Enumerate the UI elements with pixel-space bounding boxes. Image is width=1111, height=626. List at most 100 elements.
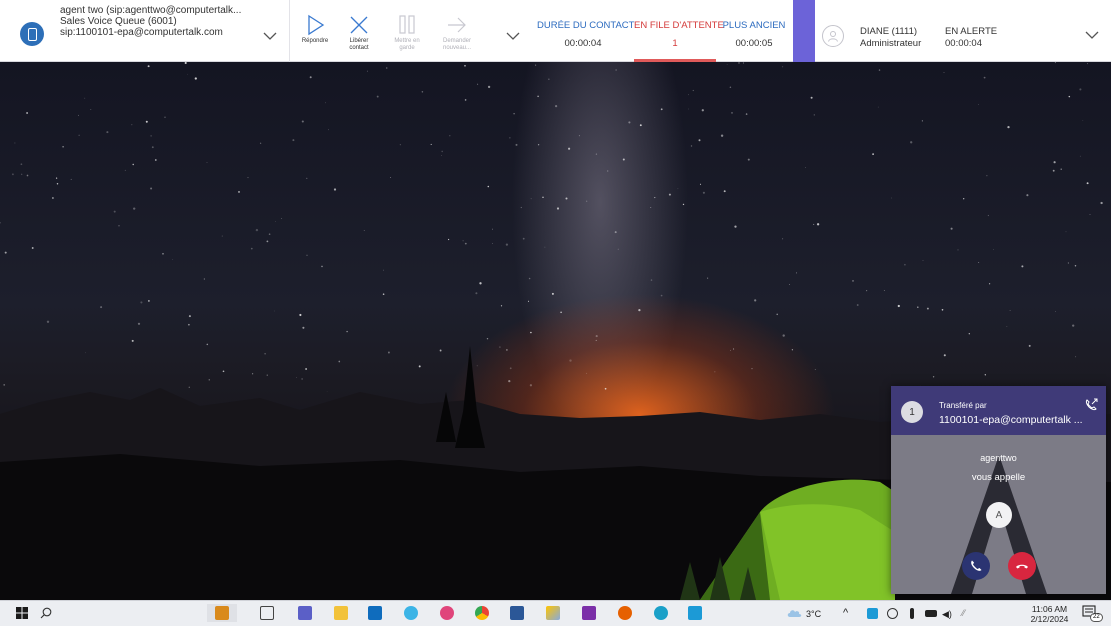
battery-icon <box>925 609 937 617</box>
taskbar-app-outlook[interactable] <box>366 604 384 622</box>
caller-avatar: A <box>986 502 1012 528</box>
start-button[interactable] <box>13 604 31 622</box>
answer-label: Répondre <box>301 38 329 44</box>
phone-avatar-icon <box>20 22 44 46</box>
transferred-by-label: Transféré par <box>939 401 987 410</box>
taskbar-app-chrome[interactable] <box>473 604 491 622</box>
teams-icon <box>298 606 312 620</box>
taskbar-clock[interactable]: 11:06 AM 2/12/2024 <box>1022 604 1077 624</box>
notification-center-button[interactable]: 22 <box>1082 605 1103 622</box>
contact-expand-chevron-icon[interactable] <box>259 25 281 47</box>
transferred-from: 1100101-epa@computertalk ... <box>939 414 1083 426</box>
taskbar-app-edge[interactable] <box>652 604 670 622</box>
hold-label-2: garde <box>399 45 415 51</box>
taskbar-app-paint[interactable] <box>402 604 420 622</box>
incoming-call-panel: 1 Transféré par 1100101-epa@computertalk… <box>891 386 1106 594</box>
ask-label-1: Demander <box>442 38 471 44</box>
answer-button[interactable]: Répondre <box>293 14 337 45</box>
clock-date: 2/12/2024 <box>1030 614 1069 624</box>
pen-icon <box>546 606 560 620</box>
taskbar-app-onenote[interactable] <box>580 604 598 622</box>
stat-oldest-value: 00:00:05 <box>735 38 773 49</box>
ice-icon <box>688 606 702 620</box>
contact-line-2: Sales Voice Queue (6001) <box>60 16 177 27</box>
notification-count: 22 <box>1090 613 1103 622</box>
release-contact-button[interactable]: Libérer contact <box>337 14 381 52</box>
phone-icon <box>971 560 982 571</box>
search-icon <box>40 607 52 619</box>
taskbar-app-explorer[interactable] <box>332 604 350 622</box>
hold-label-1: Mettre en <box>394 38 420 44</box>
pause-icon <box>399 15 415 34</box>
call-panel-header: 1 Transféré par 1100101-epa@computertalk… <box>891 386 1106 435</box>
taskbar-app-ice[interactable] <box>686 604 704 622</box>
weather-button[interactable] <box>786 604 804 622</box>
wifi-icon[interactable]: ⁄⁄ <box>962 608 965 618</box>
call-actions-section: Répondre Libérer contact Mettre en garde… <box>290 0 530 62</box>
taskbar-app-firefox[interactable] <box>616 604 634 622</box>
taskbar-app-skype[interactable] <box>438 604 456 622</box>
tray-app-1[interactable] <box>863 604 881 622</box>
agent-state-time: 00:00:04 <box>945 38 982 49</box>
taskbar-app-briefcase[interactable] <box>207 604 237 622</box>
folder-icon <box>334 606 348 620</box>
skype-icon <box>440 606 454 620</box>
weather-temperature: 3°C <box>806 609 822 619</box>
ask-new-button[interactable]: Demander nouveau... <box>435 14 479 52</box>
agent-state: EN ALERTE 00:00:04 <box>945 26 997 50</box>
task-view-icon <box>260 606 274 620</box>
word-icon <box>510 606 524 620</box>
calling-text: vous appelle <box>971 472 1026 483</box>
volume-icon[interactable]: ◀) <box>942 609 952 620</box>
agent-role: Administrateur <box>860 38 922 49</box>
agent-status-section: DIANE (1111) Administrateur EN ALERTE 00… <box>815 0 1111 62</box>
decline-call-button[interactable] <box>1008 552 1036 580</box>
cloud-icon <box>787 610 802 617</box>
taskbar-app-word[interactable] <box>508 604 526 622</box>
agent-menu-chevron-icon[interactable] <box>1081 24 1103 46</box>
stat-contact-duration: DURÉE DU CONTACT 00:00:04 <box>537 0 635 62</box>
tray-app-2[interactable] <box>883 604 901 622</box>
x-cross-icon <box>350 16 368 34</box>
windows-taskbar: 3°C ^ ◀) ⁄⁄ 11:06 AM 2/12/2024 22 <box>0 600 1111 626</box>
windows-logo-icon <box>16 607 28 619</box>
release-label-1: Libérer <box>349 38 369 44</box>
onenote-icon <box>582 606 596 620</box>
stat-queue-selected-underline <box>634 59 716 62</box>
queue-stats-section: DURÉE DU CONTACT 00:00:04 EN FILE D'ATTE… <box>537 0 792 62</box>
stat-duration-value: 00:00:04 <box>564 38 602 49</box>
microphone-icon <box>910 607 914 619</box>
tray-status-icon <box>886 607 898 619</box>
stat-duration-label: DURÉE DU CONTACT <box>537 20 635 31</box>
firefox-icon <box>618 606 632 620</box>
stat-oldest-label: PLUS ANCIEN <box>722 20 786 31</box>
contact-line-3: sip:1100101-epa@computertalk.com <box>60 27 223 38</box>
taskbar-task-view[interactable] <box>258 604 276 622</box>
taskbar-app-pen[interactable] <box>544 604 562 622</box>
contact-info-section: agent two (sip:agenttwo@computertalk... … <box>0 0 290 62</box>
hang-up-icon <box>1016 564 1028 569</box>
accent-bar <box>793 0 815 62</box>
contact-lines: agent two (sip:agenttwo@computertalk... … <box>60 5 241 38</box>
agent-toolbar: agent two (sip:agenttwo@computertalk... … <box>0 0 1111 62</box>
ask-label-2: nouveau... <box>442 45 472 51</box>
hold-button[interactable]: Mettre en garde <box>385 14 429 52</box>
stat-in-queue[interactable]: EN FILE D'ATTENTE 1 <box>634 0 724 62</box>
answer-call-button[interactable] <box>962 552 990 580</box>
stat-oldest: PLUS ANCIEN 00:00:05 <box>721 0 787 62</box>
arrow-right-icon <box>448 17 466 33</box>
taskbar-app-teams[interactable] <box>296 604 314 622</box>
play-triangle-icon <box>308 14 325 36</box>
search-button[interactable] <box>37 604 55 622</box>
edge-icon <box>654 606 668 620</box>
agent-identity: DIANE (1111) Administrateur <box>860 26 921 50</box>
tray-mic[interactable] <box>903 604 921 622</box>
clock-time: 11:06 AM <box>1031 604 1068 614</box>
caller-name: agenttwo <box>980 453 1017 463</box>
actions-more-chevron-icon[interactable] <box>502 25 524 47</box>
user-avatar-icon[interactable] <box>822 25 844 47</box>
outlook-icon <box>368 606 382 620</box>
tray-battery[interactable] <box>922 604 940 622</box>
agent-name: DIANE (1111) <box>860 26 918 37</box>
tray-overflow-chevron-icon[interactable]: ^ <box>843 607 848 619</box>
